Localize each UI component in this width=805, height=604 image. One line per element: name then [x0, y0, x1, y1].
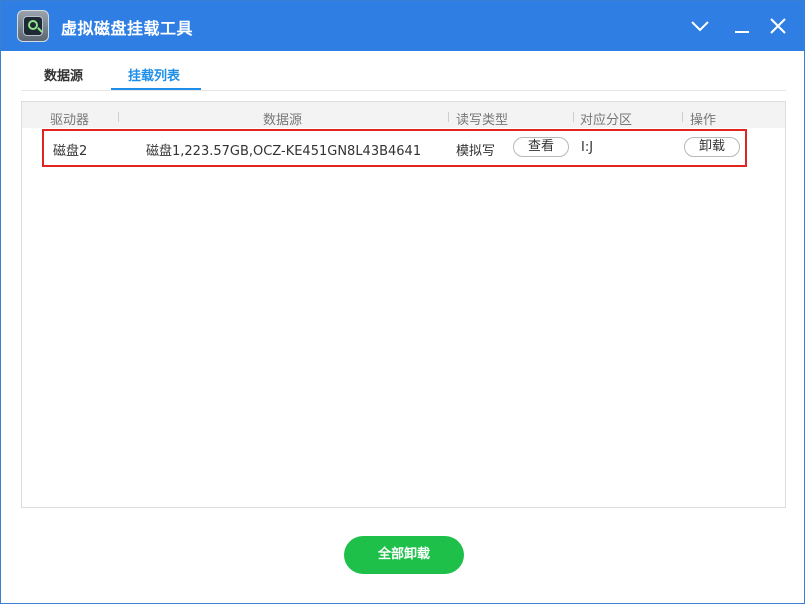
- column-header-action: 操作: [690, 113, 717, 128]
- rw-type-cell: 模拟写: [456, 144, 496, 159]
- table-header: 驱动器 数据源 读写类型 对应分区 操作: [22, 102, 785, 128]
- mount-list-table: 驱动器 数据源 读写类型 对应分区 操作 磁盘2 磁盘1,223.57GB,OC…: [21, 101, 786, 508]
- column-divider: [448, 112, 449, 122]
- column-divider: [118, 112, 119, 122]
- tab-bar: 数据源 挂载列表: [21, 51, 786, 91]
- title-bar: 虚拟磁盘挂载工具: [1, 1, 804, 51]
- chevron-down-icon[interactable]: [687, 13, 713, 39]
- unmount-all-button[interactable]: 全部卸载: [344, 536, 464, 574]
- source-cell: 磁盘1,223.57GB,OCZ-KE451GN8L43B4641: [146, 144, 422, 159]
- table-row: 磁盘2 磁盘1,223.57GB,OCZ-KE451GN8L43B4641 模拟…: [42, 129, 747, 167]
- app-window: 虚拟磁盘挂载工具 数据源 挂载列表 驱动器 数据源 读写类型 对应分区 操作 磁…: [0, 0, 805, 604]
- drive-cell: 磁盘2: [53, 144, 88, 159]
- tab-datasource[interactable]: 数据源: [44, 65, 83, 84]
- partition-cell: I:J: [581, 140, 594, 155]
- close-icon[interactable]: [765, 13, 791, 39]
- column-divider: [573, 112, 574, 122]
- column-divider: [682, 112, 683, 122]
- column-header-partition: 对应分区: [580, 113, 633, 128]
- tab-mount-list[interactable]: 挂载列表: [128, 65, 180, 84]
- column-header-rw-type: 读写类型: [456, 113, 509, 128]
- column-header-source: 数据源: [263, 113, 303, 128]
- active-tab-indicator: [111, 88, 201, 90]
- view-button[interactable]: 查看: [513, 137, 569, 157]
- unmount-button[interactable]: 卸载: [684, 137, 740, 157]
- disk-magnifier-icon: [17, 10, 49, 42]
- window-title: 虚拟磁盘挂载工具: [61, 19, 194, 38]
- column-header-drive: 驱动器: [50, 113, 90, 128]
- minimize-icon[interactable]: [729, 13, 755, 39]
